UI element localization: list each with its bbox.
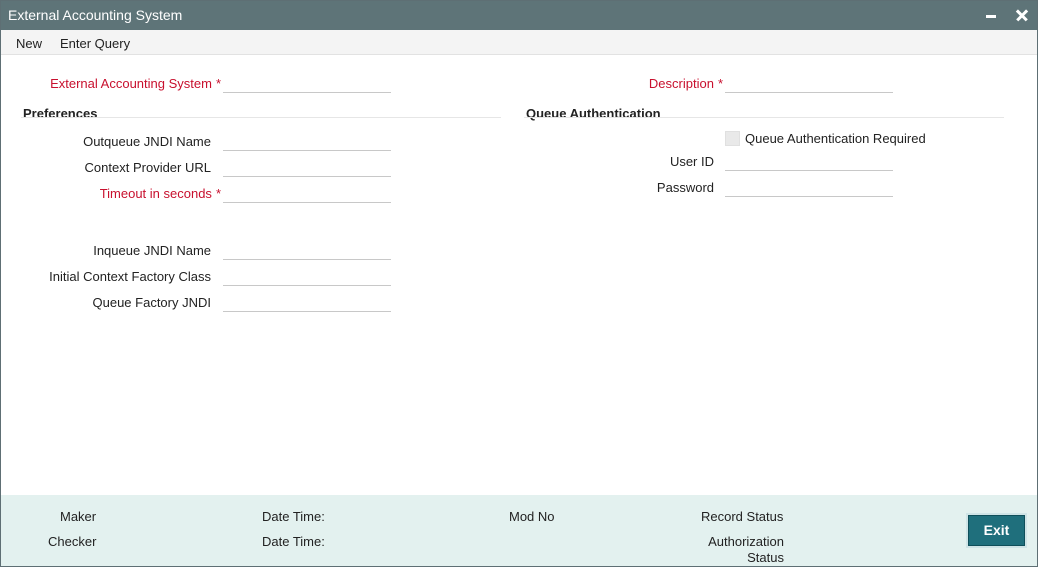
password-label: Password: [656, 180, 714, 195]
outqueue-jndi-name-field[interactable]: [223, 131, 391, 151]
external-accounting-system-label-text: External Accounting System: [50, 76, 212, 91]
initial-context-factory-class-label: Initial Context Factory Class: [49, 269, 211, 284]
timeout-in-seconds-field[interactable]: [223, 183, 391, 203]
queue-factory-jndi-field[interactable]: [223, 292, 391, 312]
required-marker: *: [215, 76, 221, 91]
external-accounting-system-field[interactable]: [223, 73, 391, 93]
preferences-heading: Preferences: [23, 106, 98, 121]
authorization-status-label-line2: Status: [747, 550, 784, 565]
external-accounting-system-label: External Accounting System *: [21, 76, 221, 91]
user-id-label: User ID: [669, 154, 714, 169]
queue-authentication-required-checkbox[interactable]: [725, 131, 740, 146]
inqueue-jndi-name-field[interactable]: [223, 240, 391, 260]
password-field[interactable]: [725, 177, 893, 197]
preferences-divider: [21, 117, 501, 118]
queue-authentication-heading: Queue Authentication: [526, 106, 661, 121]
checker-date-time-label: Date Time:: [262, 534, 325, 549]
window-title: External Accounting System: [8, 7, 183, 23]
maker-date-time-label: Date Time:: [262, 509, 325, 524]
title-bar: External Accounting System: [1, 1, 1037, 30]
required-marker: *: [717, 76, 723, 91]
description-field[interactable]: [725, 73, 893, 93]
context-provider-url-field[interactable]: [223, 157, 391, 177]
audit-footer: Maker Date Time: Mod No Record Status Ch…: [1, 495, 1037, 566]
user-id-field[interactable]: [725, 151, 893, 171]
inqueue-jndi-name-label: Inqueue JNDI Name: [93, 243, 211, 258]
maker-label: Maker: [60, 509, 97, 524]
menu-bar: New Enter Query: [1, 30, 1037, 55]
queue-factory-jndi-label: Queue Factory JNDI: [92, 295, 212, 310]
queue-authentication-required-label: Queue Authentication Required: [745, 131, 926, 146]
timeout-in-seconds-label-text: Timeout in seconds: [99, 186, 212, 201]
outqueue-jndi-name-label: Outqueue JNDI Name: [83, 134, 211, 149]
record-status-label: Record Status: [701, 509, 784, 524]
external-accounting-system-window: External Accounting System New Enter Que…: [0, 0, 1038, 567]
menu-new[interactable]: New: [16, 36, 42, 51]
description-label-text: Description: [648, 76, 714, 91]
initial-context-factory-class-field[interactable]: [223, 266, 391, 286]
close-icon[interactable]: [1011, 4, 1033, 26]
checker-label: Checker: [48, 534, 97, 549]
description-label: Description *: [561, 76, 723, 91]
queue-authentication-divider: [524, 117, 1004, 118]
menu-enter-query[interactable]: Enter Query: [60, 36, 130, 51]
authorization-status-label-line1: Authorization: [708, 534, 784, 549]
timeout-in-seconds-label: Timeout in seconds *: [21, 186, 221, 201]
minimize-icon[interactable]: [980, 4, 1002, 26]
required-marker: *: [215, 186, 221, 201]
mod-no-label: Mod No: [509, 509, 555, 524]
context-provider-url-label: Context Provider URL: [84, 160, 211, 175]
exit-button[interactable]: Exit: [968, 515, 1025, 546]
